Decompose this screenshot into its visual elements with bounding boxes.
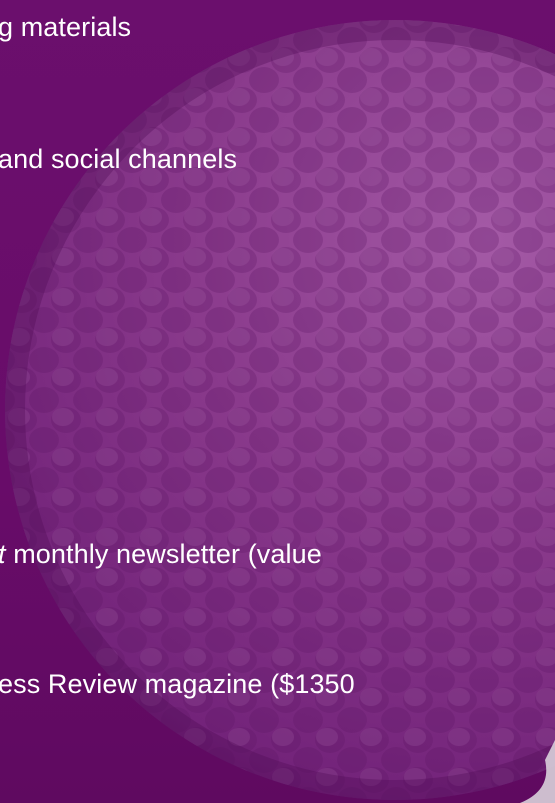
text-line-1: g materials — [0, 11, 131, 43]
text-line-3-text: monthly newsletter (value — [5, 539, 322, 569]
text-line-2-text: and social channels — [0, 144, 238, 174]
text-line-4: ess Review magazine ($1350 — [0, 668, 355, 700]
text-line-4-text: ess Review magazine ($1350 — [0, 669, 355, 699]
text-line-1-text: g materials — [0, 12, 132, 42]
slide-page: g materials and social channels t monthl… — [0, 0, 555, 803]
text-line-2: and social channels — [0, 143, 237, 175]
text-line-3: t monthly newsletter (value — [0, 538, 322, 570]
